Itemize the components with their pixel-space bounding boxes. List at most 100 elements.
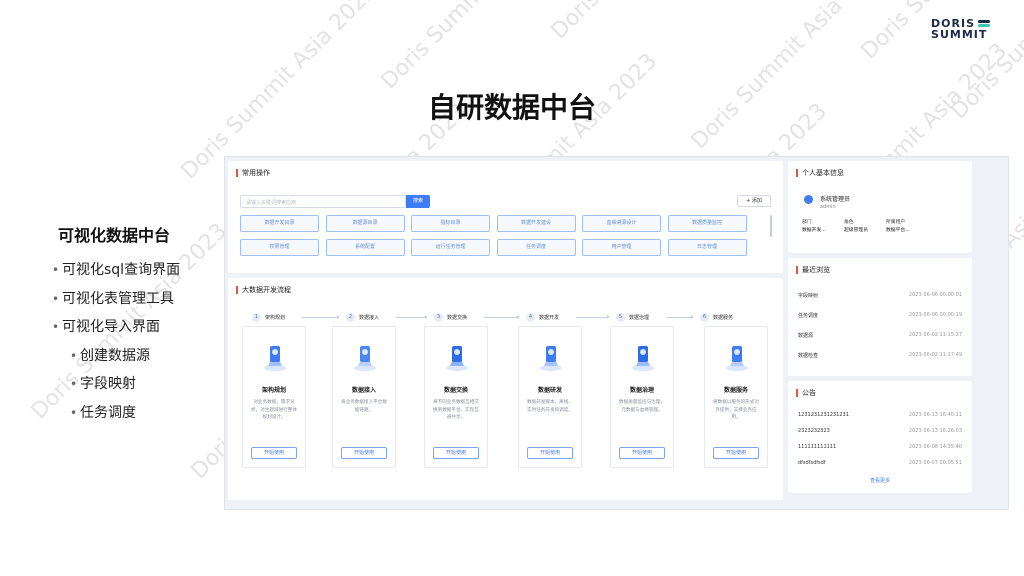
flow-card-desc: 将数据以服务的形式对外提供，支撑业务应用。 [713, 400, 759, 420]
recent-row[interactable]: 字段映射 2023-06-06 00:00:01 [798, 292, 962, 302]
quick-op-button[interactable]: 数据开发目录 [240, 215, 319, 232]
dev-flow-title: 大数据开发流程 [236, 286, 291, 294]
flow-card-illustration-icon [631, 342, 655, 372]
recent-row[interactable]: 数据源 2023-06-02 11:15:27 [798, 332, 962, 342]
feature-bullet: • 创建数据源 [52, 346, 180, 375]
notice-row-date: 2023-06-08 14:35:40 [908, 444, 962, 450]
notice-row[interactable]: 1231231231231231 2023-06-13 16:40:11 [798, 412, 962, 422]
recent-row-name: 数据检查 [798, 353, 819, 359]
flow-card-illustration-icon [725, 342, 749, 372]
flow-card: 架构规划 对业务数据，需求分析，对主题域进行整体规划设计。 开始使用 [242, 326, 306, 468]
step-label: 架构规划 [265, 315, 286, 321]
notice-row-date: 2023-06-13 16:26:03 [908, 428, 962, 434]
profile-field-value: 数据开发... [802, 228, 826, 233]
quick-op-button[interactable]: 数据开发建设 [496, 215, 576, 232]
bullet-dot-icon: • [52, 291, 60, 306]
feature-bullet: • 可视化sql查询界面 [52, 260, 180, 289]
logo-line2: SUMMIT [931, 28, 988, 41]
flow-card-desc: 数据质量监控与治理，元数据与血缘管理。 [619, 400, 665, 413]
add-button[interactable]: + 添加 [737, 195, 771, 207]
flow-step: 6 数据服务 [700, 313, 733, 322]
notice-row[interactable]: 2323232323 2023-06-13 16:26:03 [798, 428, 962, 438]
quick-op-button[interactable]: 任务调度 [496, 239, 576, 256]
recent-row-name: 任务调度 [798, 313, 819, 319]
view-more-link[interactable]: 查看更多 [788, 477, 972, 484]
step-label: 数据交换 [447, 315, 468, 321]
quick-op-button[interactable]: 权限管理 [240, 239, 319, 256]
feature-bullet: • 可视化表管理工具 [52, 289, 180, 318]
watermark-text: Doris Summit Asia 2023 [377, 0, 582, 94]
flow-card-illustration-icon [353, 342, 377, 372]
start-use-button[interactable]: 开始使用 [619, 447, 665, 459]
profile-title: 个人基本信息 [796, 169, 844, 177]
recent-row-date: 2023-06-06 00:00:19 [908, 312, 962, 318]
start-use-button[interactable]: 开始使用 [713, 447, 759, 459]
flow-step: 1 架构规划 [252, 313, 285, 322]
flow-card: 数据治理数据质量监控与治理，元数据与血缘管理。 开始使用 [610, 326, 674, 468]
quick-op-button[interactable]: 数据质量监控 [667, 215, 747, 232]
notice-row-date: 2023-06-13 16:40:11 [908, 412, 962, 418]
flow-arrow-icon [396, 315, 428, 319]
watermark-text: Doris Summit Asia 2023 [687, 0, 892, 154]
notice-row-name: 1231231231231231 [798, 412, 849, 418]
profile-field-label: 角色 [844, 220, 854, 225]
bullet-text: 创建数据源 [80, 347, 150, 364]
bullet-text: 可视化表管理工具 [62, 290, 174, 307]
step-label: 数据开发 [539, 315, 560, 321]
quick-op-button[interactable]: 用户管理 [582, 239, 661, 256]
recent-row[interactable]: 任务调度 2023-06-06 00:00:19 [798, 312, 962, 322]
flow-card: 数据交换 将不同业务数据互相交换到数据平台，实现互通共享。 开始使用 [424, 326, 488, 468]
start-use-button[interactable]: 开始使用 [341, 447, 387, 459]
flow-card-illustration-icon [445, 342, 469, 372]
flow-step: 3 数据交换 [434, 313, 467, 322]
section-heading: 可视化数据中台 [58, 226, 171, 245]
flow-card: 数据研发 数据开发脚本，离线、实时任务开发和调度。 开始使用 [518, 326, 582, 468]
flow-arrow-icon [302, 315, 340, 319]
quick-op-button[interactable]: 日志管理 [667, 239, 747, 256]
profile-field-value: 数据平台... [886, 228, 910, 233]
profile-field: 所属租户 数据平台... [886, 219, 928, 235]
search-input[interactable]: 请输入关键词搜索应用 [240, 195, 406, 208]
quick-op-button[interactable]: 指标目录 [411, 215, 490, 232]
notice-row[interactable]: 111111111111 2023-06-08 14:35:40 [798, 444, 962, 454]
flow-arrow-icon [576, 315, 610, 319]
flow-card-title: 数据接入 [351, 387, 376, 394]
scrollbar[interactable] [770, 215, 772, 237]
start-use-button[interactable]: 开始使用 [527, 447, 573, 459]
notice-title: 公告 [796, 389, 816, 397]
flow-card: 数据接入 将业务数据接入平台数据链路。 开始使用 [332, 326, 396, 468]
start-use-button[interactable]: 开始使用 [251, 447, 297, 459]
feature-bullet: • 可视化导入界面 [52, 317, 180, 346]
flow-card-illustration-icon [263, 342, 287, 372]
recent-row[interactable]: 数据检查 2023-06-02 11:17:49 [798, 352, 962, 362]
quick-op-button[interactable]: 系统配置 [325, 239, 405, 256]
quick-ops-title: 常用操作 [236, 169, 270, 177]
feature-bullet: • 任务调度 [52, 403, 180, 432]
quick-op-button[interactable]: 数据源目录 [325, 215, 405, 232]
flow-card-illustration-icon [539, 342, 563, 372]
quick-op-button[interactable]: 运行任务管理 [411, 239, 490, 256]
recent-row-name: 数据源 [798, 333, 814, 339]
recent-title: 最近浏览 [796, 266, 830, 274]
bullet-dot-icon: • [52, 263, 60, 277]
search-button[interactable]: 搜索 [406, 195, 430, 208]
profile-username: admin [820, 204, 836, 210]
flow-card-title: 数据治理 [629, 387, 654, 394]
bullet-dot-icon: • [52, 320, 60, 335]
step-label: 数据治理 [629, 315, 650, 321]
recent-row-date: 2023-06-06 00:00:01 [908, 292, 962, 298]
notice-panel: 公告 1231231231231231 2023-06-13 16:40:11 23… [788, 381, 972, 493]
bullet-text: 可视化导入界面 [62, 319, 160, 336]
start-use-button[interactable]: 开始使用 [433, 447, 479, 459]
quick-op-button[interactable]: 血缘溯源设计 [582, 215, 661, 232]
notice-row[interactable]: dfsdfsdfsdf 2023-06-07 00:05:51 [798, 460, 962, 470]
bullet-dot-icon: • [70, 377, 78, 392]
logo-mark-icon [978, 20, 990, 27]
profile-field-label: 部门 [802, 220, 812, 225]
dev-flow-panel: 大数据开发流程 1 架构规划 2 数据接入 3 数据交换 4 数据开发 5 数据治理 6 数据服务 架… [228, 278, 783, 500]
flow-card: 数据服务 将数据以服务的形式对外提供，支撑业务应用。 开始使用 [704, 326, 768, 468]
flow-step: 5 数据治理 [616, 313, 649, 322]
recent-panel: 最近浏览 字段映射 2023-06-06 00:00:01 任务调度 2023-06-… [788, 258, 972, 376]
flow-card-desc: 将不同业务数据互相交换到数据平台，实现互通共享。 [433, 400, 479, 420]
watermark-text: Doris Summit Asia 2023 [547, 0, 752, 44]
